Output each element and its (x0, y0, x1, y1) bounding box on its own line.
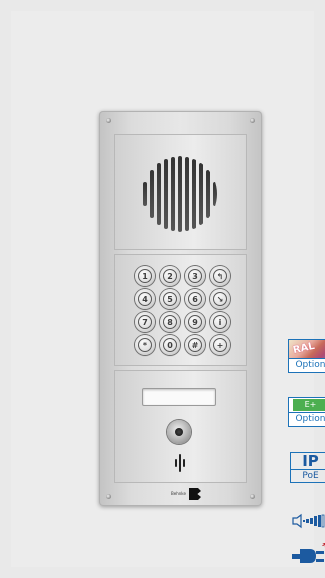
screw (106, 118, 111, 123)
eplus-icon: E+ (288, 397, 325, 413)
keypad-key[interactable]: + (210, 335, 230, 355)
ip-label: IP (290, 453, 325, 470)
name-label-window (142, 388, 216, 406)
keypad-key[interactable]: 8 (160, 312, 180, 332)
speaker-grille (141, 156, 217, 232)
microphone-icon (173, 454, 187, 472)
volume-icon (286, 513, 325, 529)
svg-text:*: * (322, 543, 325, 555)
poe-label: PoE (302, 471, 319, 481)
keypad-key[interactable]: 7 (135, 312, 155, 332)
brand-logo-icon (189, 488, 201, 500)
keypad-module: 1 2 3 ↰ 4 5 6 ↘ 7 8 9 i * 0 # + (114, 254, 247, 366)
keypad-key[interactable]: 5 (160, 289, 180, 309)
ip-poe-badge: IP PoE (288, 452, 325, 483)
ral-color-icon: RAL (288, 339, 325, 359)
screw (106, 494, 111, 499)
keypad-key[interactable]: 9 (185, 312, 205, 332)
keypad-key[interactable]: 4 (135, 289, 155, 309)
screw (250, 118, 255, 123)
ral-option-badge: RAL Option (288, 339, 325, 373)
bell-module (114, 370, 247, 483)
screw (250, 494, 255, 499)
eplus-option-badge: E+ Option (288, 397, 325, 427)
keypad-key[interactable]: 2 (160, 266, 180, 286)
keypad-key[interactable]: # (185, 335, 205, 355)
keypad-key[interactable]: ↰ (210, 266, 230, 286)
intercom-panel: 1 2 3 ↰ 4 5 6 ↘ 7 8 9 i * 0 # + Behnke (99, 111, 262, 506)
product-frame: 1 2 3 ↰ 4 5 6 ↘ 7 8 9 i * 0 # + Behnke RAL Option E+ (11, 11, 325, 567)
power-plug-icon: * (289, 543, 325, 569)
brand-plate: Behnke (171, 487, 205, 501)
keypad-key[interactable]: 0 (160, 335, 180, 355)
option-label: Option (288, 359, 325, 373)
keypad-key[interactable]: * (135, 335, 155, 355)
camera-lens (167, 420, 191, 444)
keypad-key[interactable]: ↘ (210, 289, 230, 309)
keypad-key[interactable]: i (210, 312, 230, 332)
keypad-key[interactable]: 1 (135, 266, 155, 286)
brand-text: Behnke (171, 491, 186, 496)
speaker-module (114, 134, 247, 250)
keypad-key[interactable]: 6 (185, 289, 205, 309)
keypad-key[interactable]: 3 (185, 266, 205, 286)
option-label: Option (288, 413, 325, 427)
